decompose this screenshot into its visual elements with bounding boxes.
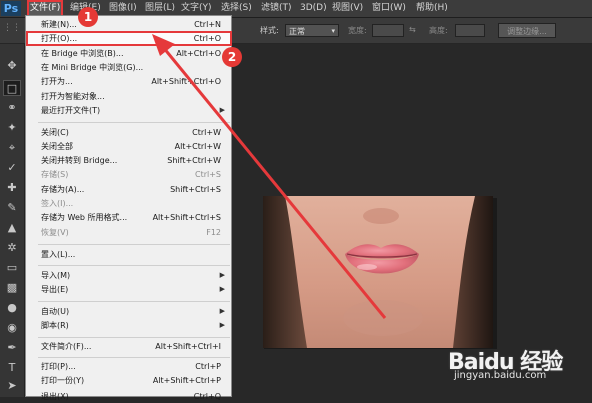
menu-help[interactable]: 帮助(H)	[416, 2, 448, 15]
menu-item-scripts[interactable]: 脚本(R) ▶	[27, 319, 231, 332]
menu-item-print[interactable]: 打印(P)... Ctrl+P	[27, 360, 231, 373]
height-field[interactable]	[455, 24, 485, 37]
type-tool-icon[interactable]: T	[3, 360, 21, 376]
lasso-tool-icon[interactable]: ⚭	[3, 100, 21, 116]
menu-item-export[interactable]: 导出(E) ▶	[27, 283, 231, 296]
menu-image[interactable]: 图像(I)	[109, 2, 137, 15]
menu-separator	[38, 301, 230, 302]
menu-select[interactable]: 选择(S)	[221, 2, 252, 15]
gradient-tool-icon[interactable]: ▩	[3, 280, 21, 296]
annotation-badge-2: 2	[222, 47, 242, 67]
menu-separator	[38, 244, 230, 245]
baidu-jingyan-watermark: Baidu 经验 jingyan.baidu.com	[448, 344, 563, 381]
submenu-arrow-icon: ▶	[219, 285, 225, 293]
menu-item-print-one-copy[interactable]: 打印一份(Y) Alt+Shift+Ctrl+P	[27, 374, 231, 387]
menu-separator	[38, 337, 230, 338]
quick-select-tool-icon[interactable]: ✦	[3, 120, 21, 136]
menu-item-open[interactable]: 打开(O)... Ctrl+O	[26, 31, 232, 46]
menu-3d[interactable]: 3D(D)	[300, 2, 327, 15]
menu-separator	[38, 357, 230, 358]
tools-panel: ✥ □ ⚭ ✦ ⌖ ✓ ✚ ✎ ▲ ✲ ▭ ▩ ● ◉ ✒ T ➤	[0, 44, 25, 397]
path-select-tool-icon[interactable]: ➤	[3, 378, 21, 394]
swap-icon[interactable]: ⇆	[409, 25, 416, 34]
menu-item-browse-mini-bridge[interactable]: 在 Mini Bridge 中浏览(G)...	[27, 61, 231, 74]
watermark-url: jingyan.baidu.com	[454, 370, 547, 381]
menu-separator	[38, 265, 230, 266]
submenu-arrow-icon: ▶	[219, 321, 225, 329]
dodge-tool-icon[interactable]: ◉	[3, 320, 21, 336]
crop-tool-icon[interactable]: ⌖	[3, 140, 21, 156]
menu-item-new[interactable]: 新建(N)... Ctrl+N	[27, 18, 231, 31]
menu-filter[interactable]: 滤镜(T)	[261, 2, 292, 15]
menu-item-file-info[interactable]: 文件简介(F)... Alt+Shift+Ctrl+I	[27, 340, 231, 353]
menu-item-save-for-web[interactable]: 存储为 Web 所用格式... Alt+Shift+Ctrl+S	[27, 211, 231, 224]
height-label: 高度:	[429, 26, 448, 35]
menu-window[interactable]: 窗口(W)	[372, 2, 406, 15]
file-menu-dropdown: 新建(N)... Ctrl+N 打开(O)... Ctrl+O 在 Bridge 中…	[25, 15, 232, 401]
document-photo	[263, 196, 493, 348]
menu-item-close-go-bridge[interactable]: 关闭并转到 Bridge... Shift+Ctrl+W	[27, 154, 231, 167]
brush-tool-icon[interactable]: ✎	[3, 200, 21, 216]
style-select[interactable]: 正常 ▾	[285, 24, 339, 37]
menu-item-automate[interactable]: 自动(U) ▶	[27, 305, 231, 318]
width-label: 宽度:	[348, 26, 367, 35]
menu-item-save[interactable]: 存储(S) Ctrl+S	[27, 168, 231, 181]
photoshop-logo: Ps	[1, 1, 21, 16]
clone-stamp-tool-icon[interactable]: ▲	[3, 220, 21, 236]
chevron-down-icon: ▾	[331, 27, 335, 35]
style-label: 样式:	[260, 26, 279, 35]
menu-item-import[interactable]: 导入(M) ▶	[27, 269, 231, 282]
menu-view[interactable]: 视图(V)	[332, 2, 363, 15]
annotation-badge-1: 1	[78, 7, 98, 27]
submenu-arrow-icon: ▶	[219, 271, 225, 279]
menu-item-browse-bridge[interactable]: 在 Bridge 中浏览(B)... Alt+Ctrl+O	[27, 47, 231, 60]
menu-item-open-smart-object[interactable]: 打开为智能对象...	[27, 90, 231, 103]
adjust-edge-button[interactable]: 调整边缘...	[498, 23, 556, 38]
menu-item-recent-files[interactable]: 最近打开文件(T) ▶	[27, 104, 231, 117]
pen-tool-icon[interactable]: ✒	[3, 340, 21, 356]
menu-item-revert[interactable]: 恢复(V) F12	[27, 226, 231, 239]
eraser-tool-icon[interactable]: ▭	[3, 260, 21, 276]
move-tool-icon[interactable]: ✥	[3, 58, 21, 74]
photo-lips-image	[263, 196, 493, 348]
submenu-arrow-icon: ▶	[219, 307, 225, 315]
menu-item-place[interactable]: 置入(L)...	[27, 248, 231, 261]
healing-brush-tool-icon[interactable]: ✚	[3, 180, 21, 196]
width-field[interactable]	[372, 24, 404, 37]
eyedropper-tool-icon[interactable]: ✓	[3, 160, 21, 176]
menu-separator	[38, 122, 230, 123]
menu-type[interactable]: 文字(Y)	[181, 2, 212, 15]
menu-item-check-in[interactable]: 签入(I)...	[27, 197, 231, 210]
menu-item-close-all[interactable]: 关闭全部 Alt+Ctrl+W	[27, 140, 231, 153]
blur-tool-icon[interactable]: ●	[3, 300, 21, 316]
menu-layer[interactable]: 图层(L)	[145, 2, 175, 15]
grip-icon: ⋮⋮	[3, 23, 21, 33]
menu-item-save-as[interactable]: 存储为(A)... Shift+Ctrl+S	[27, 183, 231, 196]
menu-item-close[interactable]: 关闭(C) Ctrl+W	[27, 126, 231, 139]
submenu-arrow-icon: ▶	[219, 106, 225, 114]
history-brush-tool-icon[interactable]: ✲	[3, 240, 21, 256]
marquee-tool-icon[interactable]: □	[3, 80, 21, 96]
menu-file[interactable]: 文件(F)	[26, 0, 64, 17]
menu-item-open-as[interactable]: 打开为... Alt+Shift+Ctrl+O	[27, 75, 231, 88]
